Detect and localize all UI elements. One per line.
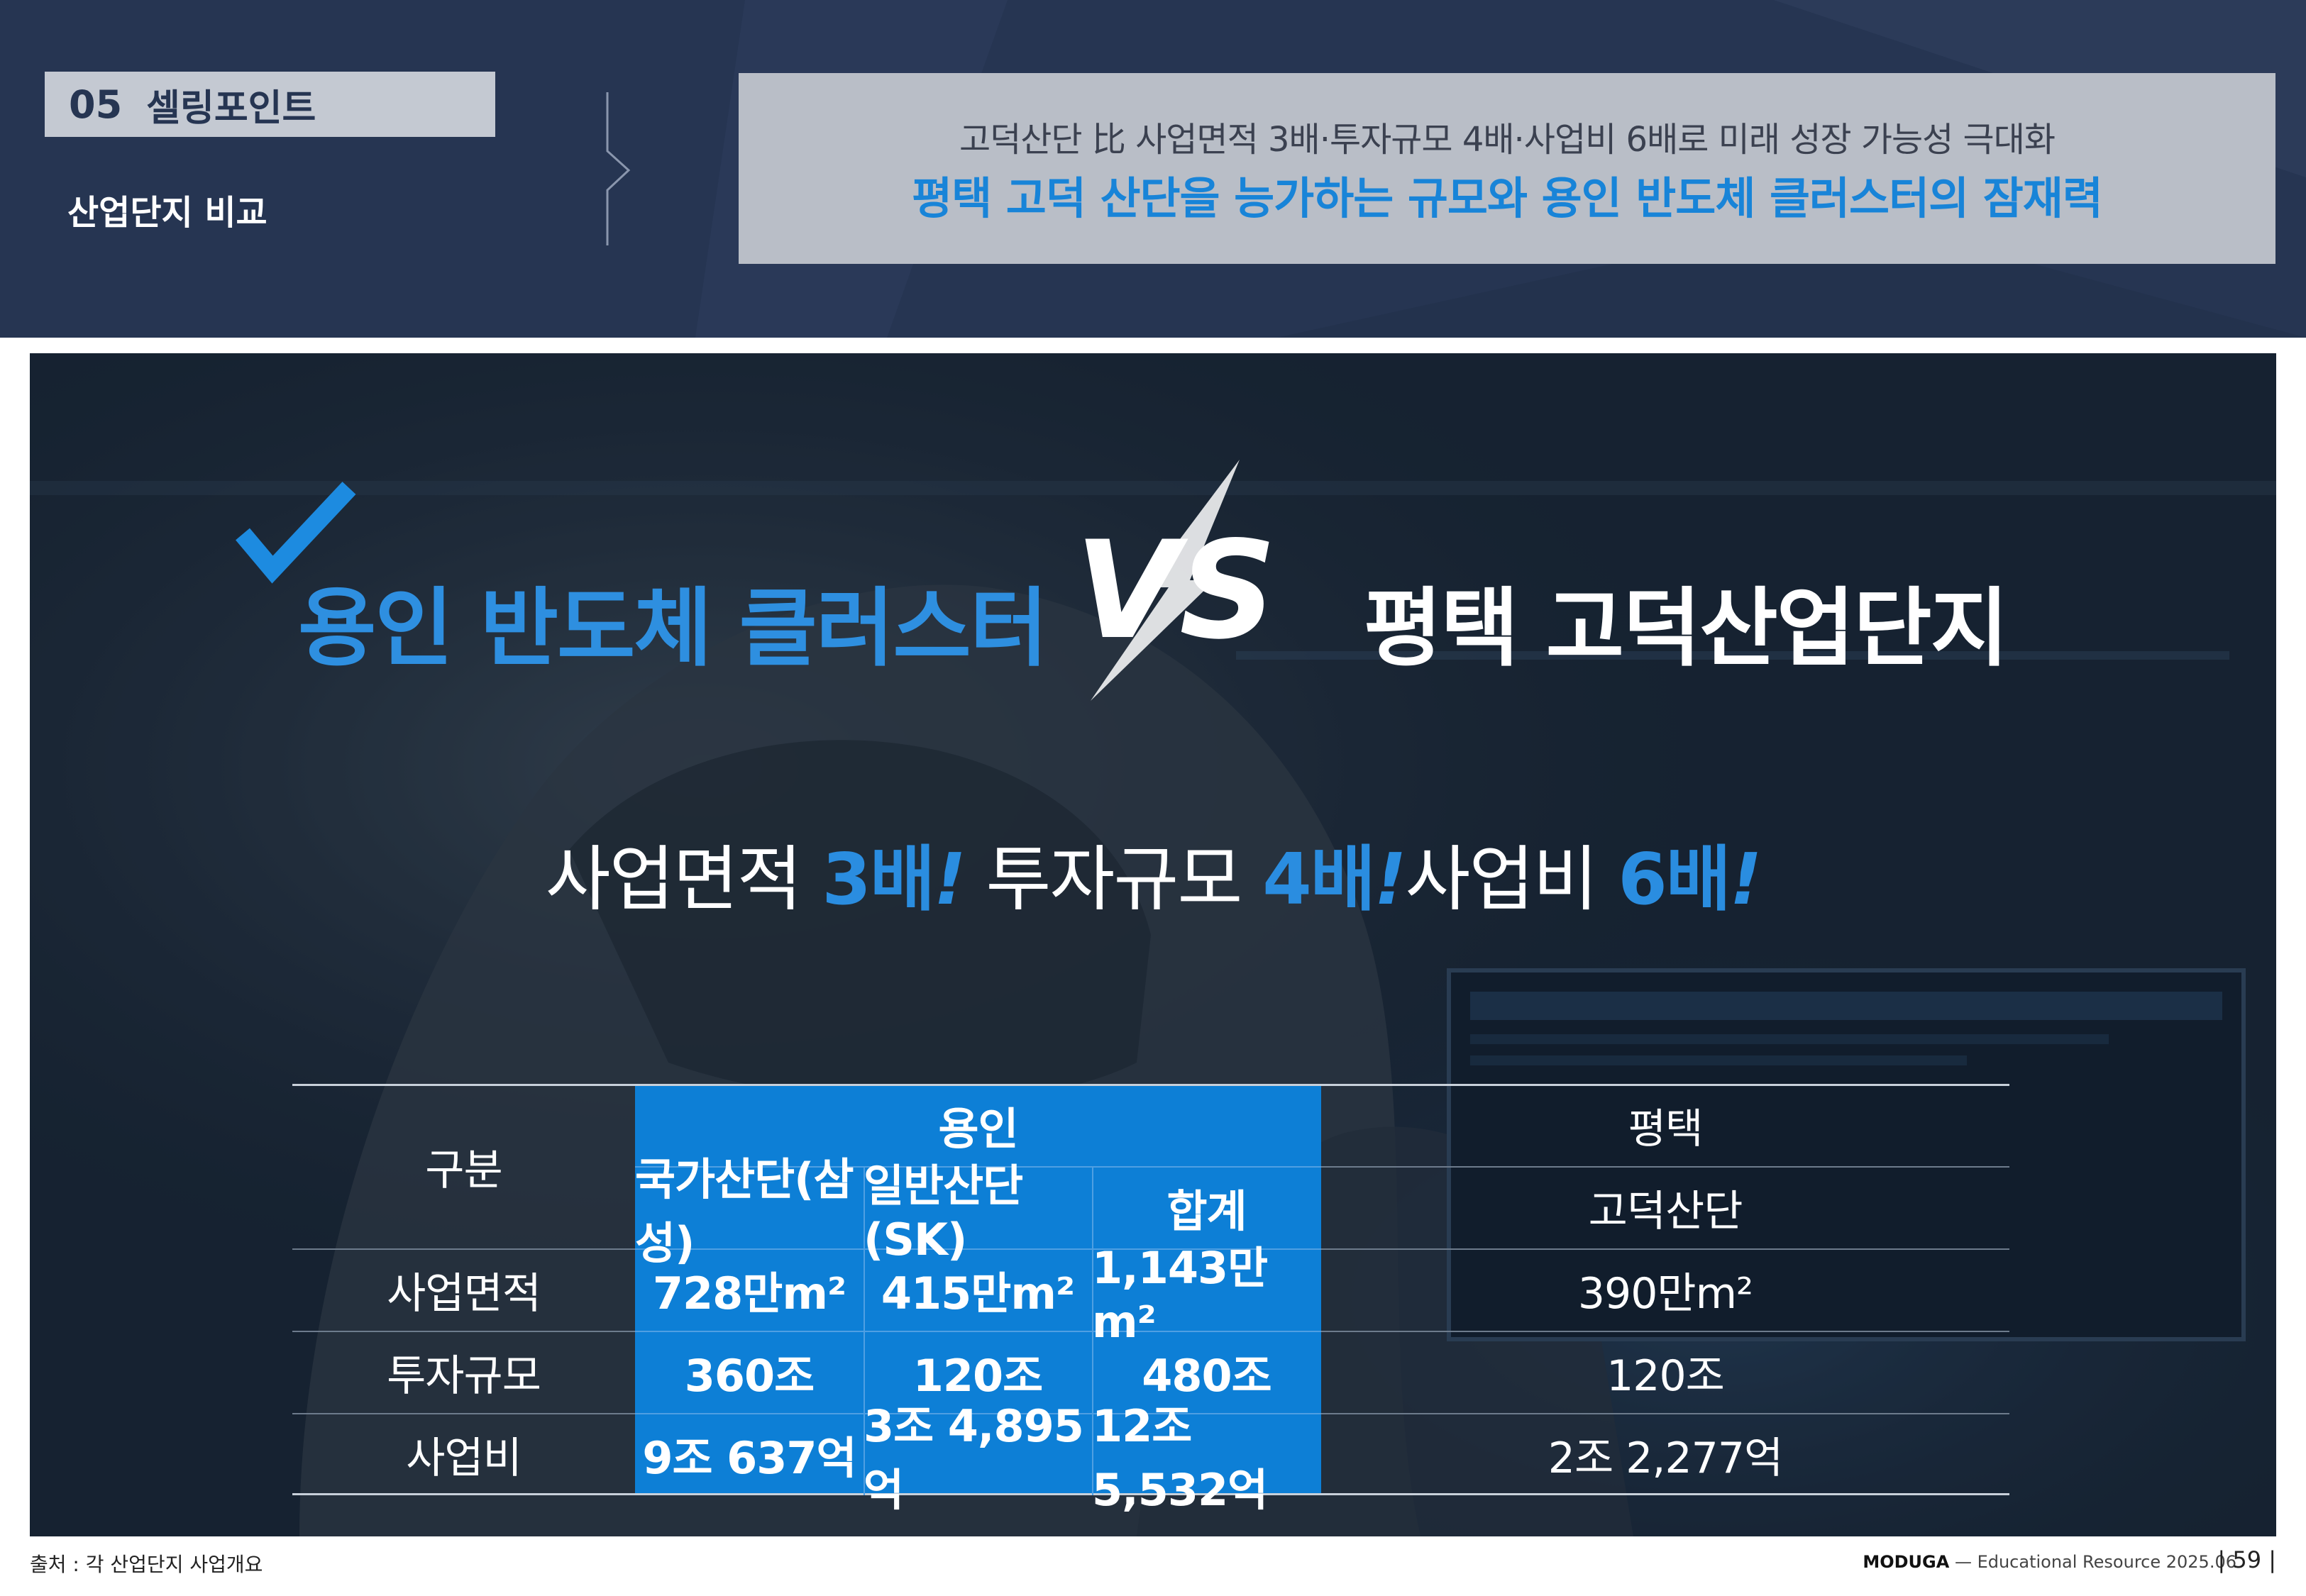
cell-investment-0: 360조 [684,1350,815,1402]
page-number: | 59 | [2217,1546,2276,1573]
brand-name: MODUGA [1863,1552,1950,1572]
footer-brand: MODUGA — Educational Resource 2025.06 [1863,1552,2236,1572]
tagline-value-investment: 4배 [1262,838,1376,921]
chevron-divider-icon [606,92,631,245]
row-label-investment: 투자규모 [387,1351,541,1401]
cell-area-0: 728만m² [652,1268,846,1319]
headline-title: 평택 고덕 산단을 능가하는 규모와 용인 반도체 클러스터의 잠재력 [912,172,2103,224]
cell-cost-2: 12조 5,532억 [1092,1400,1268,1516]
comparison-table: 구분 용인 평택 사업면적 투자규모 사업비 국가산단(삼성) 일반산단(SK) 합… [292,1084,2009,1516]
hero-panel: 용인 반도체 클러스터 VS 평택 고덕산업단지 사업면적 3배! 투자규모 4… [30,353,2276,1536]
cell-cost-3: 2조 2,277억 [1548,1433,1783,1483]
tagline: 사업면적 3배! 투자규모 4배!사업비 6배! [30,821,2276,924]
section-number: 05 [69,82,123,127]
tagline-mark-investment: ! [1374,838,1407,921]
headline-box: 고덕산단 比 사업면적 3배·투자규모 4배·사업비 6배로 미래 성장 가능성… [739,73,2275,264]
vs-label: VS [1075,512,1276,669]
brand-detail: — Educational Resource 2025.06 [1954,1552,2236,1572]
left-title: 용인 반도체 클러스터 [298,580,1048,678]
tagline-label-cost: 사업비 [1405,838,1598,921]
tagline-label-investment: 투자규모 [986,838,1242,921]
section-name: 셀링포인트 [146,87,316,130]
section-subtitle: 산업단지 비교 [67,193,267,233]
headline-subtitle: 고덕산단 比 사업면적 3배·투자규모 4배·사업비 6배로 미래 성장 가능성… [959,120,2056,160]
header-band: 05 셀링포인트 산업단지 비교 고덕산단 比 사업면적 3배·투자규모 4배·… [0,0,2306,338]
cell-area-3: 390만m² [1577,1268,1753,1319]
row-header-label: 구분 [425,1145,502,1195]
section-tag: 05 셀링포인트 [45,72,495,137]
page-number-value: 59 [2232,1546,2262,1573]
vs-lightning-icon: VS [1075,460,1276,701]
cell-investment-3: 120조 [1606,1351,1725,1401]
tagline-mark-area: ! [933,838,966,921]
col-header-godeok: 고덕산단 [1588,1186,1743,1236]
cell-area-1: 415만m² [881,1268,1075,1319]
tagline-label-area: 사업면적 [545,838,802,921]
cell-cost-0: 9조 637억 [642,1432,856,1484]
tagline-value-area: 3배 [822,838,935,921]
row-label-cost: 사업비 [406,1433,522,1483]
tagline-value-cost: 6배 [1618,838,1731,921]
col-header-general: 일반산단(SK) [864,1159,1023,1265]
footer-source: 출처 : 각 산업단지 사업개요 [30,1553,263,1576]
group-header-pyeongtaek: 평택 [1628,1104,1704,1153]
col-header-national: 국가산단(삼성) [635,1153,854,1269]
row-label-area: 사업면적 [387,1268,541,1319]
tagline-mark-cost: ! [1729,838,1762,921]
cell-area-2: 1,143만m² [1092,1241,1268,1348]
right-title: 평택 고덕산업단지 [1364,580,2009,678]
cell-cost-1: 3조 4,895억 [864,1400,1084,1516]
